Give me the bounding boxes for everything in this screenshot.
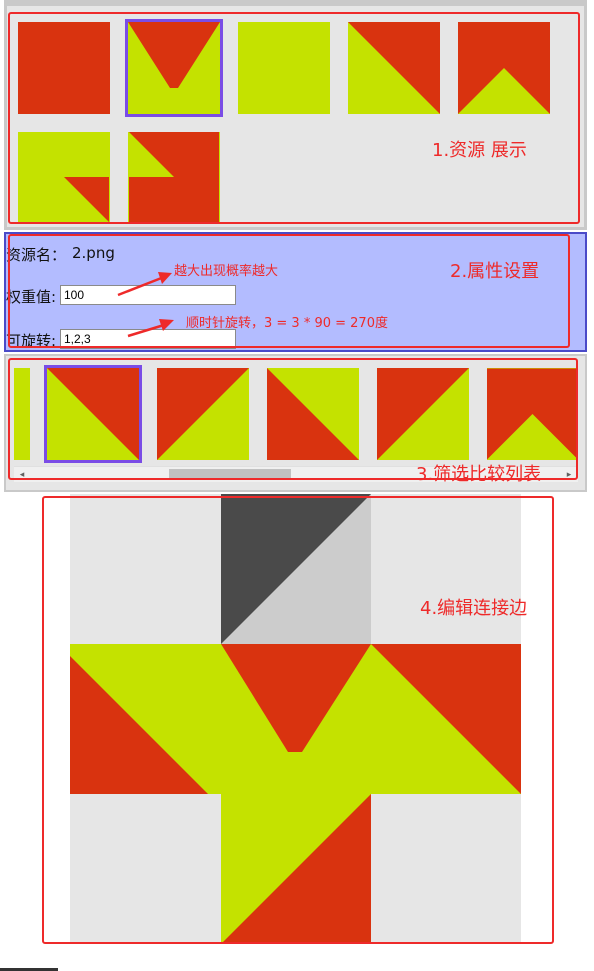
filter-tile-3[interactable] bbox=[267, 368, 359, 460]
filter-tile-5[interactable] bbox=[487, 368, 578, 460]
filter-tile-4[interactable] bbox=[377, 368, 469, 460]
filter-tile-2[interactable] bbox=[157, 368, 249, 460]
tile-editor-app: 资源名： 2.png 权重值: 可旋转: ◂ ▸ bbox=[0, 0, 594, 971]
filter-tile-1[interactable] bbox=[47, 368, 139, 460]
rotation-note: 顺时针旋转，3 = 3 * 90 = 270度 bbox=[186, 316, 388, 331]
scroll-left-arrow-icon[interactable]: ◂ bbox=[16, 467, 28, 481]
resource-name-label: 资源名： bbox=[6, 246, 67, 264]
resource-tile-6[interactable] bbox=[18, 132, 110, 222]
resource-name-value: 2.png bbox=[72, 244, 115, 262]
rotation-label: 可旋转: bbox=[6, 332, 57, 350]
annotation-label-1: 1.资源 展示 bbox=[432, 140, 527, 161]
filter-tile-partial[interactable] bbox=[14, 368, 30, 460]
edge-editor-canvas[interactable] bbox=[70, 494, 521, 944]
resource-tile-1[interactable] bbox=[18, 22, 110, 114]
resource-tile-4[interactable] bbox=[348, 22, 440, 114]
annotation-label-4: 4.编辑连接边 bbox=[420, 598, 528, 619]
scroll-thumb[interactable] bbox=[169, 469, 291, 480]
resource-tile-2[interactable] bbox=[128, 22, 220, 114]
resource-tile-7[interactable] bbox=[128, 132, 220, 222]
scroll-right-arrow-icon[interactable]: ▸ bbox=[563, 467, 575, 481]
annotation-arrows bbox=[117, 272, 174, 338]
resource-tile-5[interactable] bbox=[458, 22, 550, 114]
annotation-label-2: 2.属性设置 bbox=[450, 261, 540, 282]
resource-tile-3[interactable] bbox=[238, 22, 330, 114]
annotation-label-3: 3.筛选比较列表 bbox=[416, 464, 542, 485]
weight-label: 权重值: bbox=[6, 288, 57, 306]
